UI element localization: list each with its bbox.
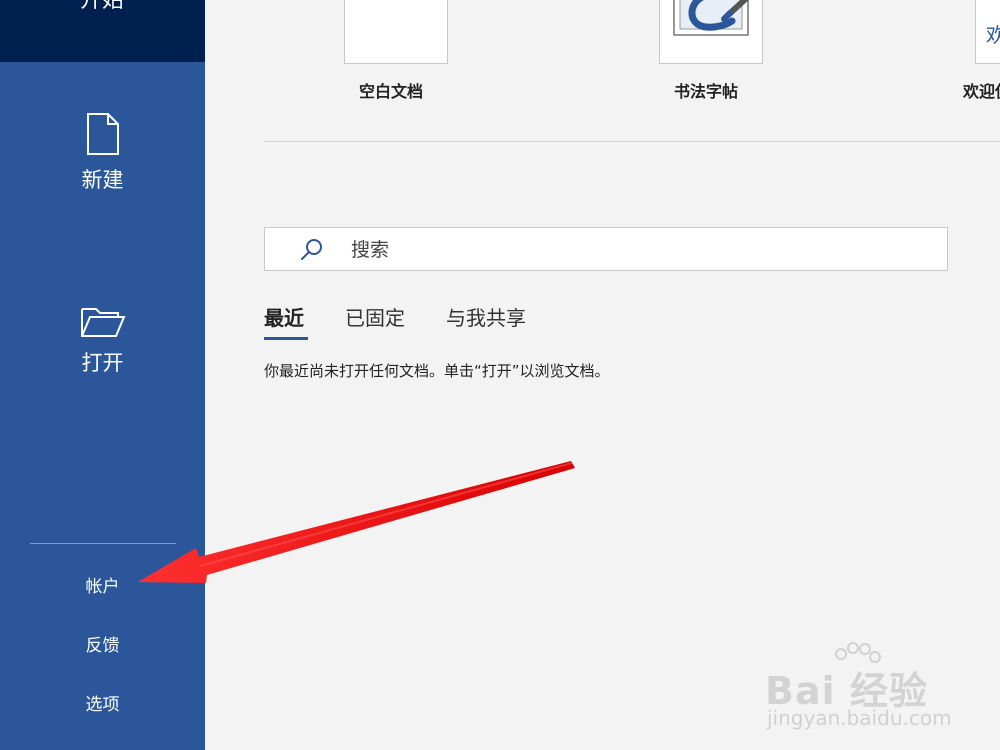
template-name: 书法字帖 [674,82,739,101]
tab-pinned[interactable]: 已固定 [345,302,405,331]
active-tab-indicator [264,337,308,340]
tab-recent[interactable]: 最近 [264,302,304,331]
search-input[interactable] [349,234,913,266]
sidebar-item-home-label: 开始 [80,0,125,13]
tab-pinned-label: 已固定 [345,306,405,330]
calligraphy-brush-icon [673,0,749,36]
sidebar-item-account-label: 帐户 [85,577,120,597]
template-thumbnail[interactable]: 欢 [975,0,1000,64]
sidebar-item-options[interactable]: 选项 [0,690,205,715]
template-thumbnail[interactable] [659,0,763,64]
sidebar-item-feedback[interactable]: 反馈 [0,631,205,656]
template-thumbnail-text: 欢 [986,23,1000,47]
sidebar-item-options-label: 选项 [85,695,120,715]
sidebar-divider [30,543,176,544]
recent-empty-message: 你最近尚未打开任何文档。单击“打开”以浏览文档。 [264,362,610,380]
baidu-watermark: Bai 经验 jingyan.baidu.com [765,642,995,742]
watermark-url: jingyan.baidu.com [767,706,952,730]
template-name: 欢迎使 [963,82,1000,101]
search-box[interactable] [264,227,948,271]
backstage-sidebar: 开始 新建 打开 帐户 反馈 选项 [0,0,205,750]
sidebar-item-account[interactable]: 帐户 [0,572,205,597]
sidebar-item-open-label: 打开 [81,351,124,375]
tab-shared-with-me[interactable]: 与我共享 [446,302,526,331]
template-thumbnail[interactable] [344,0,448,64]
tab-shared-label: 与我共享 [446,306,526,330]
search-icon [301,239,322,260]
sidebar-item-new-label: 新建 [81,168,124,192]
templates-divider [264,141,1000,142]
sidebar-item-feedback-label: 反馈 [85,636,120,656]
new-document-icon [86,113,119,155]
sidebar-item-home[interactable]: 开始 [0,0,205,62]
sidebar-item-new[interactable]: 新建 [0,112,205,194]
folder-open-icon [80,308,126,337]
sidebar-item-open[interactable]: 打开 [0,305,205,377]
tab-recent-label: 最近 [264,306,304,330]
template-name: 空白文档 [359,82,424,101]
